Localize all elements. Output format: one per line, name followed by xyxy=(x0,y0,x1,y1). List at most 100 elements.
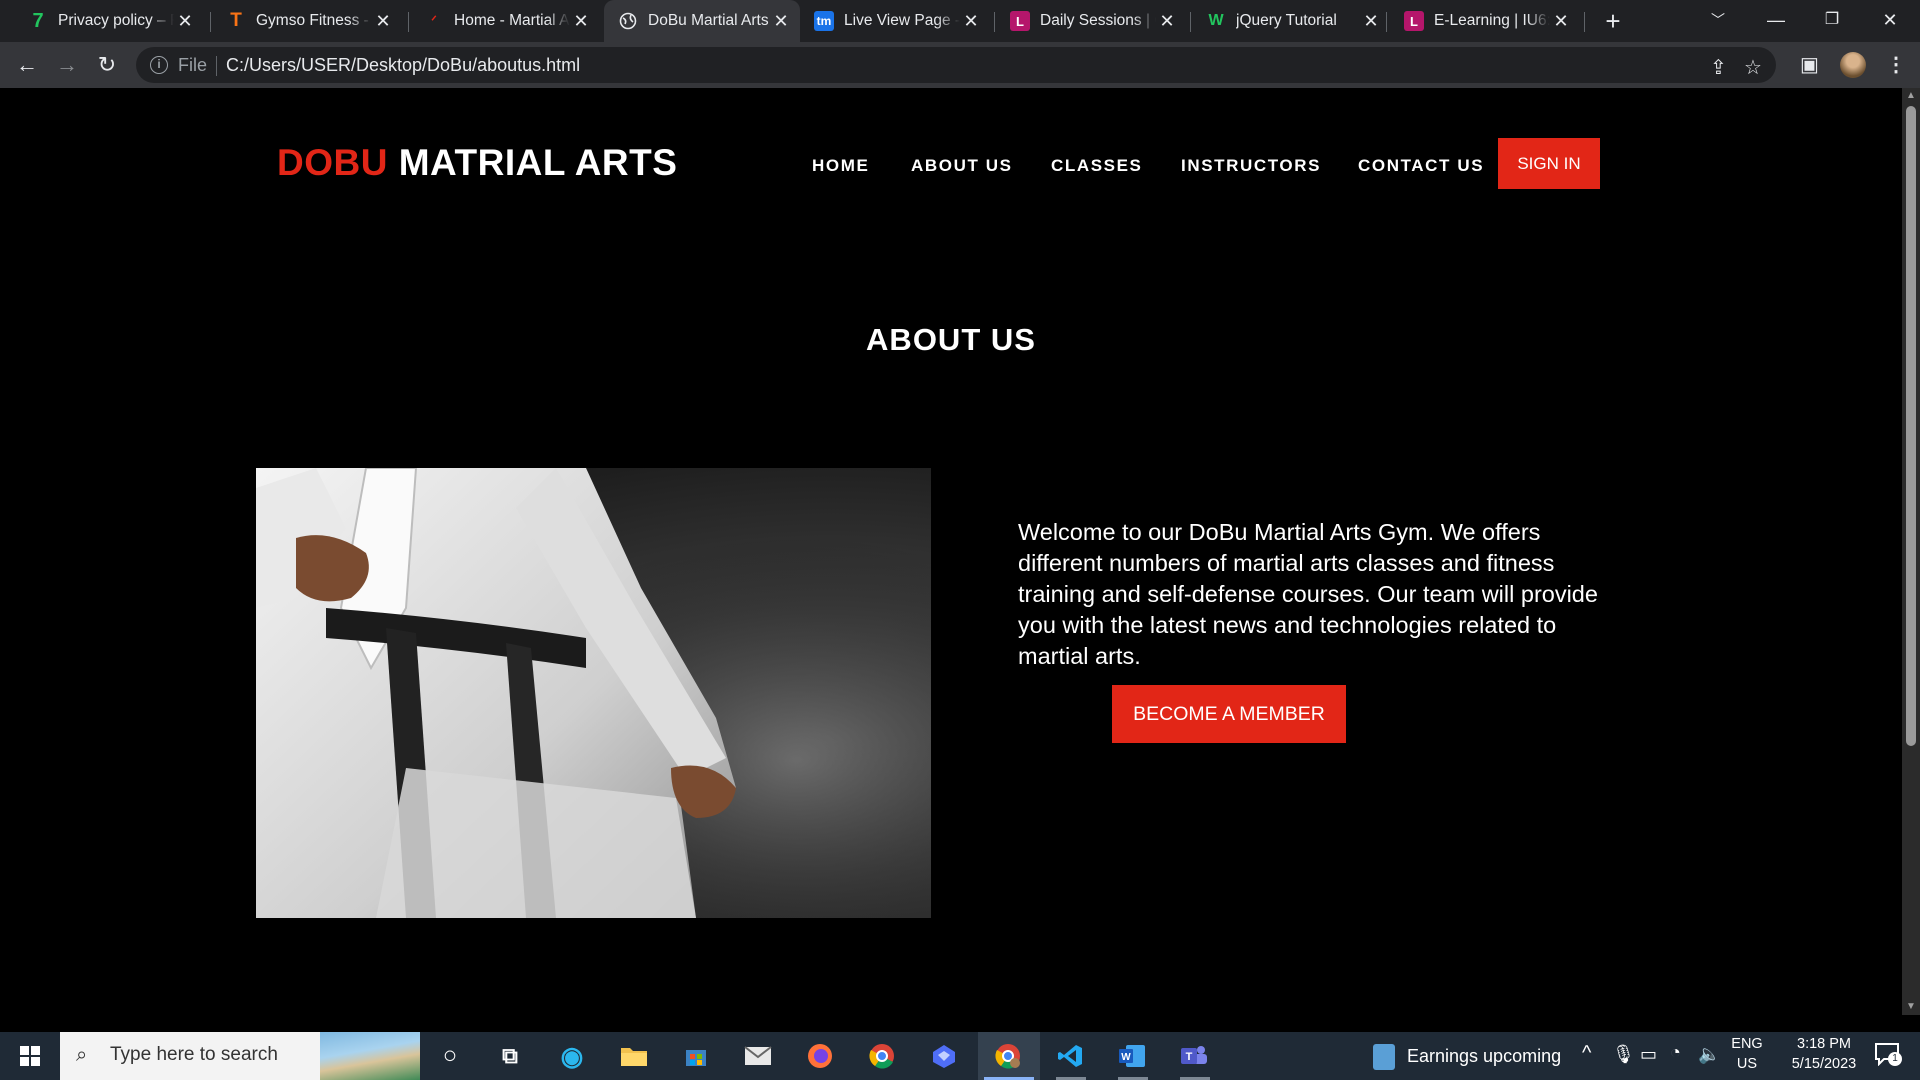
tab-close-icon[interactable]: ✕ xyxy=(570,11,592,32)
battery-icon[interactable]: ▭ xyxy=(1640,1044,1657,1065)
language-indicator[interactable]: ENG US xyxy=(1724,1036,1770,1072)
welcome-paragraph: Welcome to our DoBu Martial Arts Gym. We… xyxy=(1018,519,1598,669)
minimize-icon[interactable]: — xyxy=(1748,0,1804,42)
bookmark-star-icon[interactable]: ☆ xyxy=(1744,55,1762,80)
chrome-profile-icon[interactable] xyxy=(992,1040,1024,1072)
reload-icon[interactable]: ↻ xyxy=(90,48,124,82)
notification-center-icon[interactable]: 1 xyxy=(1874,1042,1904,1070)
nav-home[interactable]: HOME xyxy=(812,156,869,176)
address-separator xyxy=(216,56,217,76)
task-view-icon[interactable]: ⧉ xyxy=(494,1040,526,1072)
tab-favicon-icon: T xyxy=(230,10,242,31)
nav-instructors[interactable]: INSTRUCTORS xyxy=(1181,156,1321,176)
scroll-thumb[interactable] xyxy=(1906,106,1916,746)
tab-separator xyxy=(408,12,409,32)
mail-icon[interactable] xyxy=(742,1040,774,1072)
vscode-icon[interactable] xyxy=(1054,1040,1086,1072)
close-window-icon[interactable]: ✕ xyxy=(1862,0,1918,42)
forward-arrow-icon[interactable]: → xyxy=(50,48,84,82)
tab-title: Live View Page - xyxy=(844,12,960,29)
tab-search-chevron-icon[interactable]: ﹀ xyxy=(1690,0,1746,42)
tab-close-icon[interactable]: ✕ xyxy=(960,11,982,32)
cortana-icon[interactable]: ○ xyxy=(434,1040,466,1072)
url-text[interactable]: C:/Users/USER/Desktop/DoBu/aboutus.html xyxy=(226,55,580,76)
copilot-icon[interactable] xyxy=(928,1040,960,1072)
tab-close-icon[interactable]: ✕ xyxy=(1156,11,1178,32)
tab-favicon-icon: L xyxy=(1010,11,1030,31)
site-logo[interactable]: DOBU MATRIAL ARTS xyxy=(277,142,677,184)
page-scrollbar[interactable]: ▲ ▼ xyxy=(1902,88,1920,1015)
word-icon[interactable]: W xyxy=(1116,1040,1148,1072)
logo-red-text: DOBU xyxy=(277,142,388,183)
browser-tab[interactable]: 7 Privacy policy – Pi ✕ xyxy=(14,0,204,42)
tab-separator xyxy=(1190,12,1191,32)
tab-close-icon[interactable]: ✕ xyxy=(1360,11,1382,32)
scheme-label: File xyxy=(178,55,208,75)
clock[interactable]: 3:18 PM 5/15/2023 xyxy=(1776,1036,1872,1072)
search-placeholder: Type here to search xyxy=(110,1044,278,1065)
nav-about-us[interactable]: ABOUT US xyxy=(911,156,1013,176)
page-title: ABOUT US xyxy=(866,322,1036,357)
browser-toolbar: ← → ↻ i File C:/Users/USER/Desktop/DoBu/… xyxy=(0,42,1920,88)
tab-title: E-Learning | IU6: I xyxy=(1434,12,1550,29)
firefox-icon[interactable] xyxy=(804,1040,836,1072)
tab-separator xyxy=(1584,12,1585,32)
scroll-up-arrow-icon[interactable]: ▲ xyxy=(1902,88,1920,104)
search-highlight-image xyxy=(320,1032,420,1080)
news-widget-text[interactable]: Earnings upcoming xyxy=(1407,1046,1561,1067)
clock-time: 3:18 PM xyxy=(1797,1036,1851,1052)
file-explorer-icon[interactable] xyxy=(618,1040,650,1072)
chrome-icon[interactable] xyxy=(866,1040,898,1072)
address-bar[interactable]: i File C:/Users/USER/Desktop/DoBu/aboutu… xyxy=(136,47,1776,83)
tab-close-icon[interactable]: ✕ xyxy=(372,11,394,32)
browser-tab-active[interactable]: DoBu Martial Arts ✕ xyxy=(604,0,800,42)
logo-white-text: MATRIAL ARTS xyxy=(398,142,678,183)
info-icon[interactable]: i xyxy=(150,56,168,74)
share-icon[interactable]: ⇪ xyxy=(1710,55,1727,80)
back-arrow-icon[interactable]: ← xyxy=(10,48,44,82)
browser-tab[interactable]: tm Live View Page - ✕ xyxy=(800,0,990,42)
tray-overflow-chevron-icon[interactable]: ^ xyxy=(1582,1042,1591,1065)
sign-in-button[interactable]: SIGN IN xyxy=(1498,138,1600,189)
start-button[interactable] xyxy=(0,1032,58,1080)
tab-favicon-icon: 7 xyxy=(32,9,44,32)
windows-logo-icon xyxy=(20,1046,40,1066)
microphone-icon[interactable]: 🎙 xyxy=(1612,1044,1635,1065)
tab-favicon-icon: tm xyxy=(814,11,834,31)
edge-icon[interactable]: ◉ xyxy=(556,1040,588,1072)
side-panel-icon[interactable]: ▣ xyxy=(1800,52,1819,77)
store-icon[interactable] xyxy=(680,1040,712,1072)
screen: 7 Privacy policy – Pi ✕ T Gymso Fitness … xyxy=(0,0,1920,1080)
taskbar-search-box[interactable]: ⌕ Type here to search xyxy=(60,1032,420,1080)
profile-avatar[interactable] xyxy=(1840,52,1866,78)
karate-photo xyxy=(256,468,931,918)
browser-tab[interactable]: W jQuery Tutorial ✕ xyxy=(1192,0,1390,42)
browser-tab[interactable]: L E-Learning | IU6: I ✕ xyxy=(1390,0,1580,42)
tab-close-icon[interactable]: ✕ xyxy=(770,11,792,32)
web-page: DOBU MATRIAL ARTS HOME ABOUT US CLASSES … xyxy=(0,88,1902,1015)
become-member-button[interactable]: BECOME A MEMBER xyxy=(1112,685,1346,743)
tab-title: Privacy policy – Pi xyxy=(58,12,174,29)
tab-separator xyxy=(1386,12,1387,32)
new-tab-button[interactable]: + xyxy=(1598,6,1628,36)
news-widget-icon[interactable] xyxy=(1373,1044,1395,1070)
scroll-down-arrow-icon[interactable]: ▼ xyxy=(1902,999,1920,1015)
karate-gi-illustration xyxy=(256,468,931,918)
tab-separator xyxy=(994,12,995,32)
tab-close-icon[interactable]: ✕ xyxy=(1550,11,1572,32)
wifi-icon[interactable]: ◔ xyxy=(1670,1042,1681,1063)
tab-favicon-icon: W xyxy=(1208,12,1224,29)
kebab-menu-icon[interactable]: ⋮ xyxy=(1886,52,1906,77)
tab-title: Daily Sessions | Co xyxy=(1040,12,1156,29)
browser-tab[interactable]: L Daily Sessions | Co ✕ xyxy=(996,0,1186,42)
browser-tab[interactable]: T Gymso Fitness - Li ✕ xyxy=(212,0,402,42)
tab-title: jQuery Tutorial xyxy=(1236,12,1337,29)
notification-count: 1 xyxy=(1888,1052,1902,1066)
volume-icon[interactable]: 🔈 xyxy=(1698,1044,1720,1065)
restore-icon[interactable]: ❐ xyxy=(1804,0,1860,42)
teams-icon[interactable]: T xyxy=(1178,1040,1210,1072)
tab-close-icon[interactable]: ✕ xyxy=(174,11,196,32)
browser-tab[interactable]: ᐟ Home - Martial Ar ✕ xyxy=(410,0,600,42)
nav-classes[interactable]: CLASSES xyxy=(1051,156,1143,176)
nav-contact-us[interactable]: CONTACT US xyxy=(1358,156,1484,176)
